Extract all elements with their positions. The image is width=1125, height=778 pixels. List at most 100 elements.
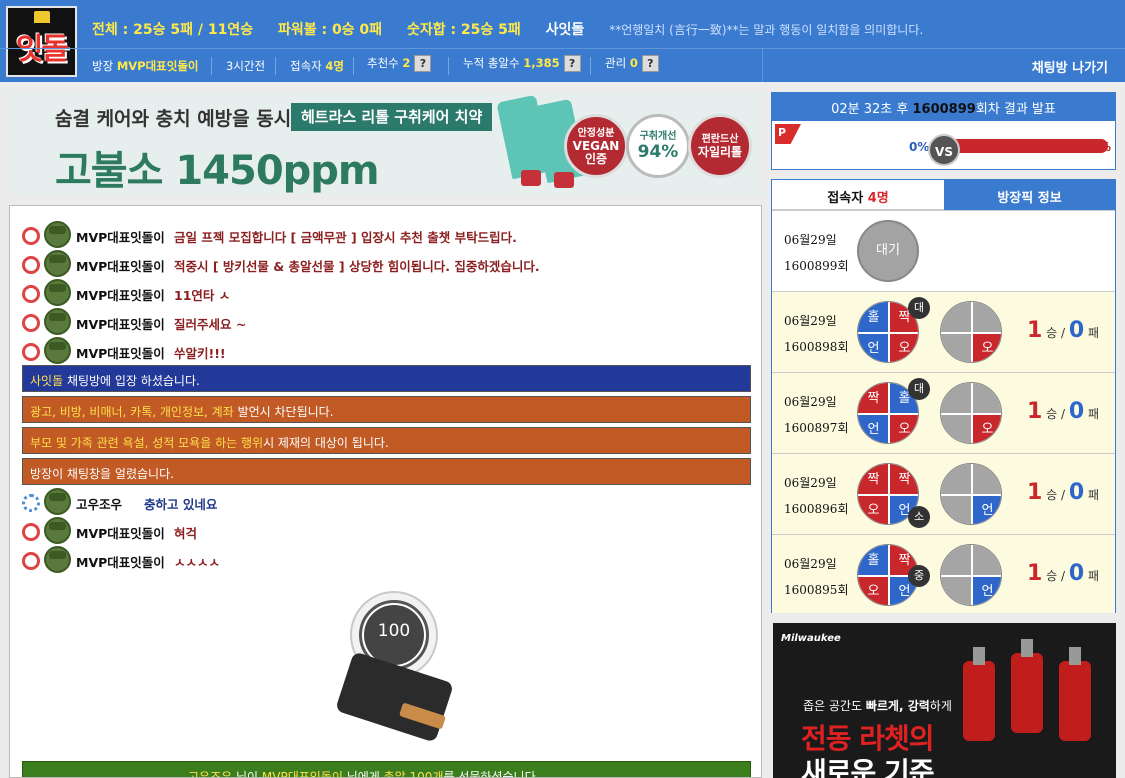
result-countdown: 02분 32초 후 1600899회차 결과 발표 <box>772 93 1115 121</box>
ad1-product-label: 헤트라스 리톨 구취케어 치약 <box>291 103 493 131</box>
tool-image <box>1059 647 1091 741</box>
manage-help-button[interactable]: ? <box>641 55 659 72</box>
vs-badge: VS <box>928 134 960 166</box>
score: 1 승 / 0 패 <box>1027 318 1100 343</box>
ad1-headline: 고불소 1450ppm <box>55 148 380 194</box>
chat-text: 혀걱 <box>174 526 198 541</box>
tab-owner-pick[interactable]: 방장픽 정보 <box>944 180 1115 210</box>
score: 1 승 / 0 패 <box>1027 561 1100 586</box>
users-info: 접속자 4명 <box>290 59 344 73</box>
result-announce-box: 02분 32초 후 1600899회차 결과 발표 P 0% VS 100% <box>771 92 1116 170</box>
size-tag: 대 <box>908 297 930 319</box>
ad2-headline2: 새로운 기준 <box>801 756 935 778</box>
owner-info: 방장 MVP대표잇돌이 <box>92 59 199 73</box>
stat-total: 전체 : 25승 5패 / 11연승 <box>92 22 254 38</box>
level-icon <box>22 256 40 274</box>
writer-name: 사잇돌 <box>545 22 585 38</box>
system-ban-notice: 광고, 비방, 비매너, 카톡, 개인정보, 계좌 발언시 차단됩니다. <box>22 396 751 423</box>
avatar[interactable] <box>44 488 71 515</box>
avatar[interactable] <box>44 279 71 306</box>
result-pie: 오 <box>940 301 1002 363</box>
chat-text: 쑤알키!!! <box>174 346 226 361</box>
chat-text: 충하고 있네요 <box>144 497 218 512</box>
pick-history-panel: 접속자 4명 방장픽 정보 06월29일 1600899회 대기 06월29일 16… <box>771 179 1116 613</box>
history-row: 06월29일 1600897회 짝홀 언오 대 오 1 승 / 0 패 <box>772 372 1115 453</box>
stat-powerball: 파워볼 : 0승 0패 <box>277 22 383 38</box>
chat-username[interactable]: MVP대표잇돌이 <box>76 256 165 275</box>
size-tag: 소 <box>908 506 930 528</box>
ad2-brand: Milwaukee <box>781 633 841 644</box>
avatar[interactable] <box>44 517 71 544</box>
avatar[interactable] <box>44 308 71 335</box>
room-motto: **언행일치 (言行一致)**는 말과 행동이 일치함을 의미합니다. <box>609 23 924 37</box>
size-tag: 중 <box>908 565 930 587</box>
tool-image <box>963 647 995 741</box>
toothpaste-ad-banner[interactable]: 숨결 케어와 충치 예방을 동시에 헤트라스 리톨 구취케어 치약 고불소 14… <box>9 92 762 195</box>
chat-text: 금일 프젝 모집합니다 [ 금액무관 ] 입장시 추천 출챗 부탁드립다. <box>174 230 517 245</box>
room-age: 3시간전 <box>226 59 266 73</box>
vote-left-percent: 0% <box>909 140 930 154</box>
avatar[interactable] <box>44 546 71 573</box>
stat-sum: 숫자합 : 25승 5패 <box>406 22 521 38</box>
result-pie: 언 <box>940 544 1002 606</box>
chat-username[interactable]: MVP대표잇돌이 <box>76 552 165 571</box>
tool-image <box>1011 639 1043 733</box>
history-row: 06월29일 1600896회 짝짝 오언 소 언 1 승 / 0 패 <box>772 453 1115 534</box>
badge-xylitol: 편란드산 자일리톨 <box>688 114 752 178</box>
room-info-bar: 방장 MVP대표잇돌이 3시간전 접속자 4명 추천수 2? 누적 총알수 1,… <box>0 48 762 82</box>
system-frozen-notice: 방장이 채팅창을 얼렸습니다. <box>22 458 751 485</box>
avatar[interactable] <box>44 337 71 364</box>
ad2-subline: 좁은 공간도 빠르게, 강력하게 <box>803 699 952 713</box>
chat-text: 11연타 ㅅ <box>174 288 231 303</box>
exit-chat-button[interactable]: 채팅방 나가기 <box>762 48 1125 82</box>
chat-username[interactable]: MVP대표잇돌이 <box>76 227 165 246</box>
chat-username[interactable]: 고우조우 <box>76 494 122 513</box>
size-tag: 대 <box>908 378 930 400</box>
bullets-info: 누적 총알수 1,385? <box>463 55 581 72</box>
chat-text: ㅅㅅㅅㅅ <box>174 555 221 570</box>
vote-right-percent: 100% <box>1074 140 1112 154</box>
avatar[interactable] <box>44 221 71 248</box>
level-icon <box>22 343 40 361</box>
score: 1 승 / 0 패 <box>1027 399 1100 424</box>
level-icon <box>22 227 40 245</box>
system-abuse-notice: 부모 및 가족 관련 욕설, 성적 모욕을 하는 행위시 제재의 대상이 됩니다… <box>22 427 751 454</box>
result-pie: 언 <box>940 463 1002 525</box>
result-pie: 오 <box>940 382 1002 444</box>
history-row: 06월29일 1600898회 홀짝 언오 대 오 1 승 / 0 패 <box>772 291 1115 372</box>
chat-text: 적중시 [ 방키선물 & 총알선물 ] 상당한 힘이됩니다. 집중하겠습니다. <box>174 259 540 274</box>
system-enter-notice: 사잇돌 채팅방에 입장 하셨습니다. <box>22 365 751 392</box>
recommend-info: 추천수 2? <box>367 55 432 72</box>
powerball-flag-icon: P <box>775 124 801 144</box>
top-bar: 잇돌 전체 : 25승 5패 / 11연승 파워볼 : 0승 0패 숫자합 : … <box>0 0 1125 82</box>
chat-text: 질러주세요 ~ <box>174 317 247 332</box>
bullet-gift-animation: 100 <box>334 591 455 743</box>
recommend-help-button[interactable]: ? <box>414 55 432 72</box>
chat-username[interactable]: MVP대표잇돌이 <box>76 523 165 542</box>
chat-username[interactable]: MVP대표잇돌이 <box>76 285 165 304</box>
score: 1 승 / 0 패 <box>1027 480 1100 505</box>
gift-notice: 고우조우 님이 MVP대표잇돌이 님에게 총알 100개를 선물하셨습니다. <box>22 761 751 777</box>
chat-username[interactable]: MVP대표잇돌이 <box>76 314 165 333</box>
owner-name[interactable]: MVP대표잇돌이 <box>117 59 199 73</box>
history-row: 06월29일 1600895회 홀짝 오언 중 언 1 승 / 0 패 <box>772 534 1115 613</box>
badge-breath: 구취개선 94% <box>626 114 690 178</box>
bullets-help-button[interactable]: ? <box>563 55 581 72</box>
level-icon <box>22 552 40 570</box>
wait-badge: 대기 <box>857 220 919 282</box>
ratchet-ad-banner[interactable]: Milwaukee 좁은 공간도 빠르게, 강력하게 전동 라쳇의 새로운 기준 <box>773 623 1116 778</box>
tab-users[interactable]: 접속자 4명 <box>772 180 944 210</box>
gift-count-badge: 100 <box>364 605 424 665</box>
level-icon <box>22 314 40 332</box>
room-stats: 전체 : 25승 5패 / 11연승 파워볼 : 0승 0패 숫자합 : 25승… <box>92 19 924 38</box>
avatar[interactable] <box>44 250 71 277</box>
level-icon <box>22 285 40 303</box>
badge-vegan: 안정성분 VEGAN 인증 <box>564 114 628 178</box>
ad1-line1: 숨결 케어와 충치 예방을 동시에 <box>55 108 309 130</box>
level-icon <box>22 523 40 541</box>
crown-icon <box>34 11 50 23</box>
manage-info: 관리 0? <box>605 55 659 72</box>
chat-panel[interactable]: MVP대표잇돌이 금일 프젝 모집합니다 [ 금액무관 ] 입장시 추천 출챗 … <box>9 205 762 778</box>
level-icon <box>22 494 40 512</box>
chat-username[interactable]: MVP대표잇돌이 <box>76 343 165 362</box>
